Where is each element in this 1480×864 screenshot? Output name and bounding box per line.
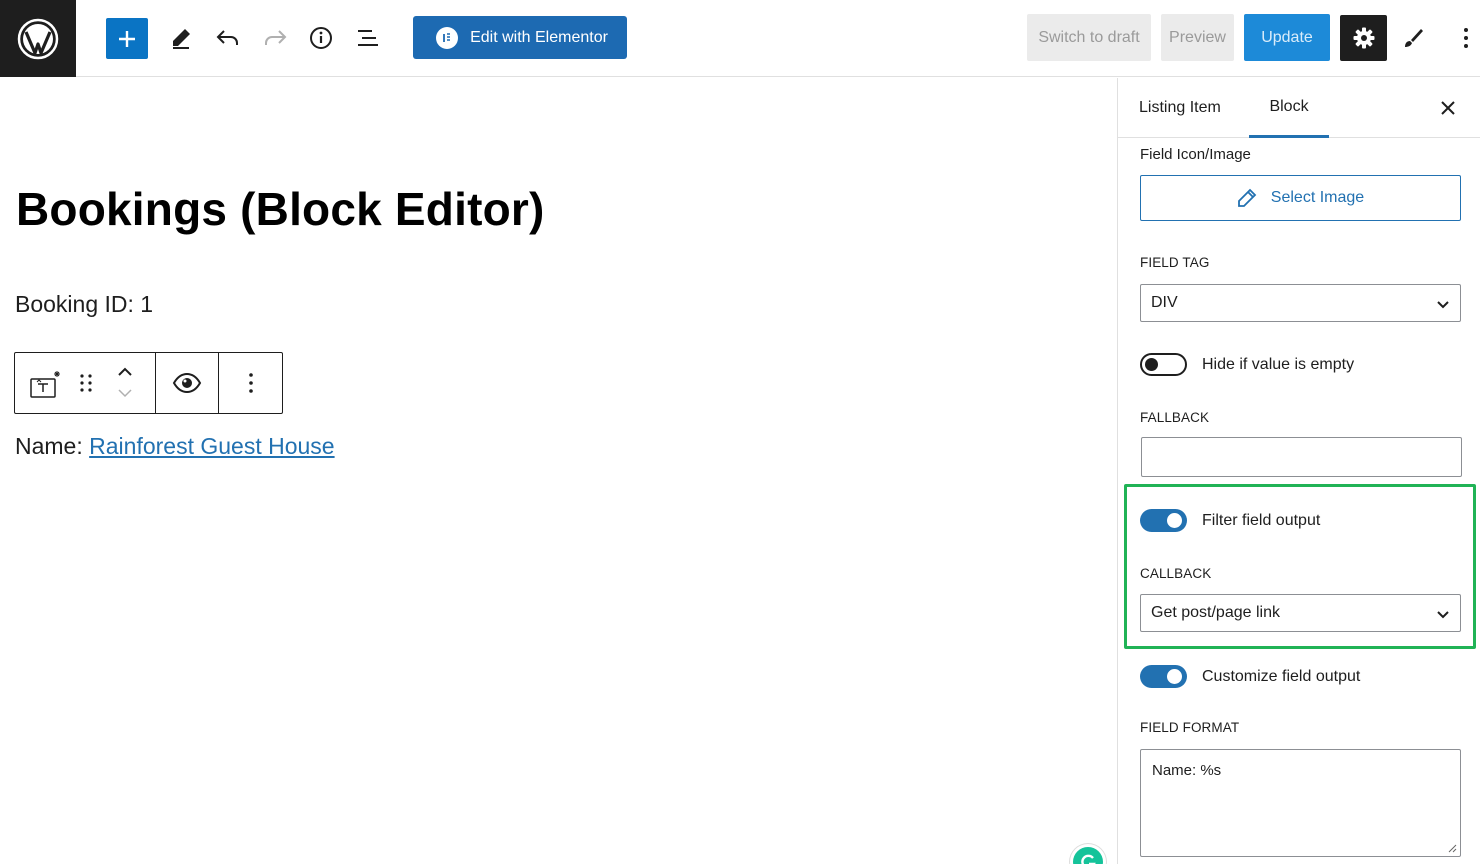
fallback-input[interactable] [1141,437,1462,477]
select-image-button[interactable]: Select Image [1140,175,1461,221]
field-tag-select[interactable]: DIV [1140,284,1461,322]
callback-value: Get post/page link [1151,604,1280,621]
tab-listing-item[interactable]: Listing Item [1139,78,1221,138]
field-tag-value: DIV [1151,294,1178,311]
field-format-value: Name: %s [1152,762,1222,779]
tab-block[interactable]: Block [1249,78,1329,138]
filter-output-label: Filter field output [1202,512,1321,529]
customize-output-toggle[interactable] [1140,665,1187,688]
settings-button[interactable] [1340,15,1387,61]
sidebar-tabs: Listing Item Block [1118,78,1480,138]
plus-icon [119,30,135,47]
switch-to-draft-button[interactable]: Switch to draft [1027,14,1151,61]
callback-label: CALLBACK [1140,566,1212,581]
eye-icon [172,373,202,393]
undo-button[interactable] [208,18,248,58]
wordpress-logo-icon[interactable] [0,0,76,77]
pencil-icon [173,29,190,49]
select-image-label: Select Image [1270,189,1365,206]
move-down-icon[interactable] [116,386,134,405]
name-prefix: Name: [15,433,90,459]
filter-output-toggle[interactable] [1140,509,1187,532]
info-icon [310,27,332,49]
block-toolbar [14,352,283,414]
name-field-block[interactable]: Name: Rainforest Guest House [15,433,335,460]
post-title[interactable]: Bookings (Block Editor) [16,182,545,236]
chevron-down-icon [1437,301,1449,309]
vertical-ellipsis-icon [248,373,253,393]
edit-with-elementor-button[interactable]: Edit with Elementor [413,16,627,59]
dynamic-field-icon[interactable] [29,369,63,406]
redo-button[interactable] [255,18,295,58]
resize-grip-icon[interactable] [1447,843,1457,853]
chevron-down-icon [1437,611,1449,619]
options-button[interactable] [1448,18,1480,58]
field-format-label: FIELD FORMAT [1140,720,1240,735]
toggle-knob [1167,513,1182,528]
name-link[interactable]: Rainforest Guest House [89,433,334,459]
update-button[interactable]: Update [1244,14,1330,61]
brush-icon [1405,29,1423,47]
preview-button[interactable]: Preview [1161,14,1234,61]
hide-if-empty-label: Hide if value is empty [1202,356,1355,373]
redo-icon [265,30,287,45]
move-up-icon[interactable] [116,365,134,384]
customize-output-label: Customize field output [1202,668,1361,685]
booking-id-block[interactable]: Booking ID: 1 [15,291,153,318]
field-format-textarea[interactable]: Name: %s [1140,749,1461,857]
editor-canvas: Bookings (Block Editor) Booking ID: 1 Na… [0,78,1117,864]
pencil-icon [1237,188,1257,207]
elementor-icon [436,26,459,49]
block-options-button[interactable] [219,353,282,413]
undo-icon [216,30,238,45]
list-view-button[interactable] [348,18,388,58]
callback-select[interactable]: Get post/page link [1140,594,1461,632]
toggle-knob [1167,669,1182,684]
grammarly-icon[interactable] [1070,844,1106,864]
tools-button[interactable] [161,18,201,58]
fallback-label: FALLBACK [1140,410,1210,425]
visibility-button[interactable] [156,353,219,413]
block-type-switcher-group [15,353,156,413]
list-view-icon [358,30,378,46]
styles-button[interactable] [1393,18,1433,58]
settings-sidebar: Listing Item Block Field Icon/Image Sele… [1117,78,1480,864]
field-tag-label: FIELD TAG [1140,255,1210,270]
close-sidebar-button[interactable] [1434,94,1462,122]
edit-with-elementor-label: Edit with Elementor [470,28,608,46]
toggle-knob [1145,358,1158,371]
editor-top-toolbar: Edit with Elementor Switch to draft Prev… [0,0,1480,77]
close-icon [1441,101,1455,115]
add-block-button[interactable] [106,18,148,59]
vertical-ellipsis-icon [1464,28,1468,48]
field-icon-label: Field Icon/Image [1140,146,1251,163]
drag-handle-icon[interactable] [79,373,93,398]
details-button[interactable] [301,18,341,58]
hide-if-empty-toggle[interactable] [1140,353,1187,376]
gear-icon [1353,27,1374,49]
